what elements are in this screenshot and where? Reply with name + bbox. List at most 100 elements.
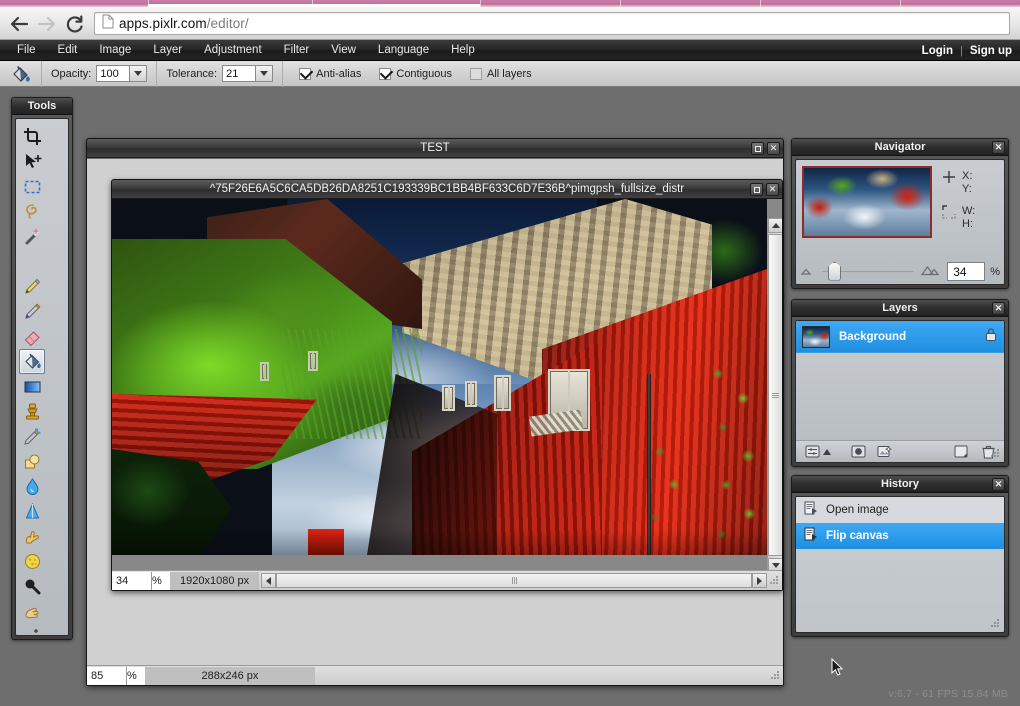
antialias-checkbox[interactable]: Anti-alias [299, 67, 361, 80]
menu-filter[interactable]: Filter [273, 40, 321, 61]
menu-help[interactable]: Help [440, 40, 486, 61]
address-bar[interactable]: apps.pixlr.com/editor/ [94, 12, 1010, 35]
chevron-down-icon[interactable] [129, 66, 147, 81]
menu-file[interactable]: File [6, 40, 47, 61]
document-window-resize-grip[interactable] [770, 670, 781, 681]
eraser-tool[interactable] [19, 324, 45, 349]
layer-row-background[interactable]: Background [796, 321, 1004, 353]
layer-mask-icon[interactable] [848, 443, 868, 461]
document-zoom-value[interactable]: 85 [87, 666, 127, 685]
signup-link[interactable]: Sign up [970, 45, 1012, 57]
canvas-photo[interactable] [112, 199, 767, 555]
gradient-tool[interactable] [19, 374, 45, 399]
wand-select-tool[interactable] [19, 224, 45, 249]
layer-style-icon[interactable] [874, 443, 894, 461]
all-layers-checkbox[interactable]: All layers [470, 67, 532, 80]
history-panel-title[interactable]: History ✕ [792, 476, 1008, 493]
layer-thumbnail [802, 325, 830, 348]
navigator-zoom-input[interactable]: 34 [947, 262, 986, 281]
menu-edit[interactable]: Edit [47, 40, 89, 61]
close-icon[interactable]: ✕ [992, 302, 1005, 315]
mouse-pointer-icon [831, 657, 844, 682]
small-mountain-icon[interactable] [800, 263, 814, 281]
opacity-input[interactable] [97, 66, 130, 81]
image-window-titlebar[interactable]: ^75F26E6A5C6CA5DB26DA8251C193339BC1BB4BF… [112, 180, 782, 199]
tolerance-stepper[interactable] [222, 65, 274, 82]
scroll-up-button[interactable] [768, 218, 782, 233]
menu-image[interactable]: Image [88, 40, 142, 61]
menu-view[interactable]: View [320, 40, 367, 61]
image-canvas-area[interactable] [112, 199, 782, 570]
lock-icon[interactable] [984, 327, 998, 347]
paint-bucket-tool[interactable] [19, 349, 45, 374]
dodge-tool[interactable] [19, 574, 45, 599]
image-window-resize-grip[interactable] [769, 575, 780, 586]
image-window-title-text: ^75F26E6A5C6CA5DB26DA8251C193339BC1BB4BF… [209, 183, 685, 195]
canvas-horizontal-scrollbar[interactable] [261, 573, 767, 589]
history-entry-label: Flip canvas [826, 530, 889, 542]
restore-icon[interactable] [751, 142, 764, 155]
horizontal-scroll-thumb[interactable] [276, 573, 752, 588]
close-icon[interactable]: ✕ [766, 183, 779, 196]
contiguous-checkbox[interactable]: Contiguous [379, 67, 452, 80]
login-link[interactable]: Login [922, 45, 953, 57]
navigator-panel: Navigator ✕ X: Y: W: H: 34 % [791, 138, 1009, 289]
history-entry-open-image[interactable]: Open image [796, 497, 1004, 523]
scroll-down-button[interactable] [768, 558, 782, 570]
large-mountain-icon[interactable] [921, 263, 940, 281]
back-arrow-icon[interactable] [6, 11, 32, 36]
layers-panel-title[interactable]: Layers ✕ [792, 300, 1008, 317]
drawing-tool[interactable] [19, 449, 45, 474]
navigator-zoom-slider[interactable] [822, 261, 914, 281]
canvas-dimensions: 1920x1080 px [170, 571, 260, 590]
history-step-icon [804, 527, 818, 546]
menu-language[interactable]: Language [367, 40, 440, 61]
forward-arrow-icon[interactable] [34, 11, 60, 36]
pencil-tool[interactable] [19, 274, 45, 299]
document-window-statusbar: 85 % 288x246 px [87, 665, 783, 685]
browser-tab-strip[interactable] [0, 0, 1020, 7]
navigator-zoom-slider-handle[interactable] [828, 261, 841, 281]
red-eye-tool[interactable] [19, 624, 45, 635]
move-tool[interactable] [19, 149, 45, 174]
sharpen-tool[interactable] [19, 499, 45, 524]
menu-layer[interactable]: Layer [142, 40, 193, 61]
history-entry-flip-canvas[interactable]: Flip canvas [796, 523, 1004, 549]
image-window: ^75F26E6A5C6CA5DB26DA8251C193339BC1BB4BF… [111, 179, 783, 591]
blur-tool[interactable] [19, 474, 45, 499]
chevron-down-icon[interactable] [255, 66, 273, 81]
opacity-stepper[interactable] [96, 65, 148, 82]
lasso-tool[interactable] [19, 199, 45, 224]
replace-color-tool[interactable] [19, 424, 45, 449]
marquee-select-tool[interactable] [19, 174, 45, 199]
layers-panel-resize-grip[interactable] [990, 448, 1001, 459]
clone-stamp-tool[interactable] [19, 399, 45, 424]
sponge-tool[interactable] [19, 549, 45, 574]
restore-icon[interactable] [750, 183, 763, 196]
tolerance-input[interactable] [223, 66, 256, 81]
navigator-panel-title[interactable]: Navigator ✕ [792, 139, 1008, 156]
smudge-tool[interactable] [19, 524, 45, 549]
vertical-scroll-thumb[interactable] [768, 234, 782, 556]
canvas-vertical-scrollbar[interactable] [767, 218, 782, 570]
close-icon[interactable]: ✕ [767, 142, 780, 155]
history-panel-resize-grip[interactable] [990, 618, 1001, 629]
scroll-left-button[interactable] [261, 573, 277, 588]
crop-tool[interactable] [19, 124, 45, 149]
close-icon[interactable]: ✕ [992, 141, 1005, 154]
navigator-zoom-percent-symbol: % [990, 265, 1000, 278]
brush-tool[interactable] [19, 299, 45, 324]
new-layer-icon[interactable] [951, 443, 971, 461]
navigator-x-label: X: [962, 170, 973, 182]
tools-panel-title[interactable]: Tools [12, 98, 72, 115]
canvas-zoom-value[interactable]: 34 [112, 571, 152, 590]
document-window-titlebar[interactable]: TEST ✕ [87, 139, 783, 158]
caret-up-icon[interactable] [822, 443, 832, 461]
layer-settings-icon[interactable] [802, 443, 822, 461]
navigator-thumbnail[interactable] [802, 166, 932, 238]
close-icon[interactable]: ✕ [992, 478, 1005, 491]
burn-tool[interactable] [19, 599, 45, 624]
reload-icon[interactable] [62, 11, 88, 36]
menu-adjustment[interactable]: Adjustment [193, 40, 273, 61]
scroll-right-button[interactable] [752, 573, 767, 588]
